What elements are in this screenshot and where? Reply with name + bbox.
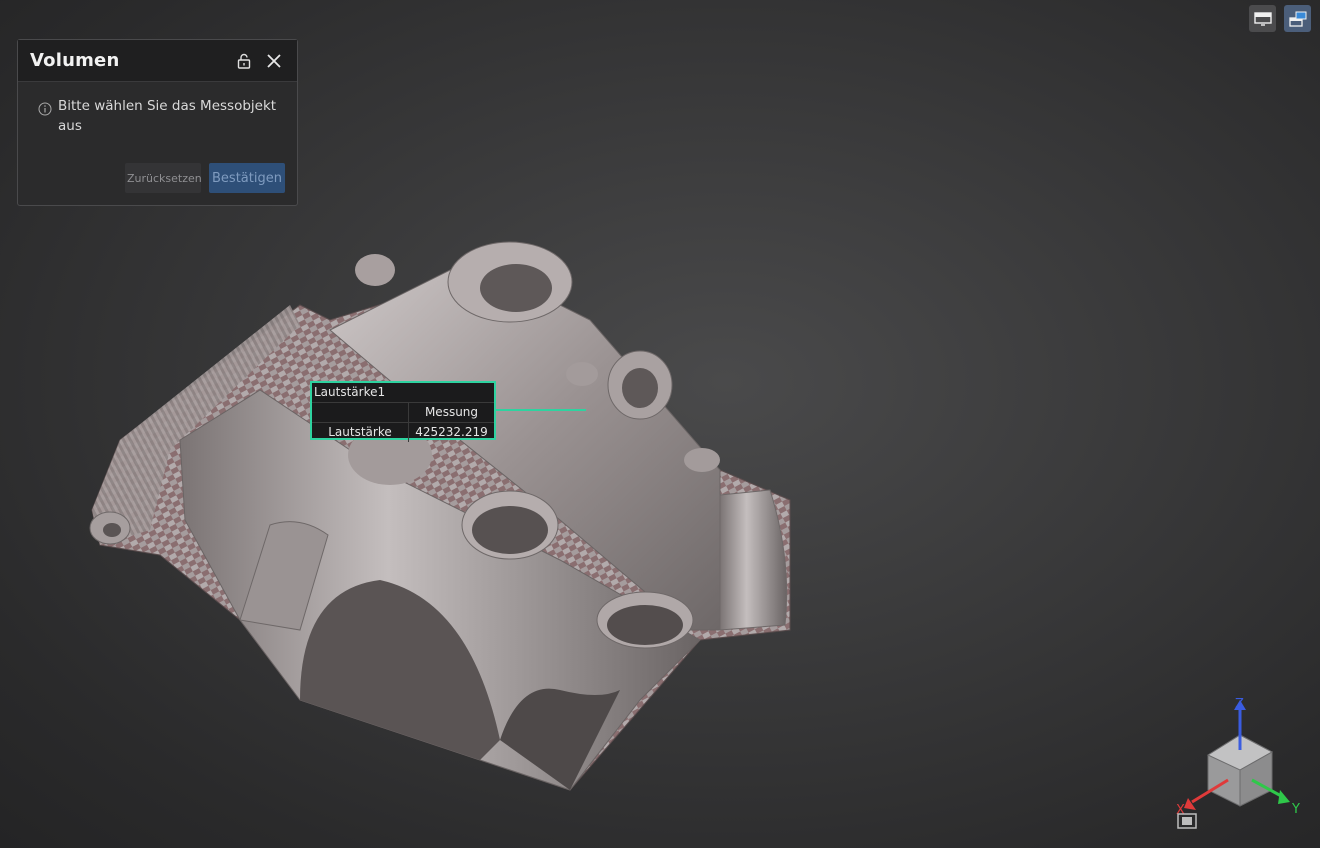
axis-gizmo[interactable]: Z X Y xyxy=(1176,697,1300,829)
volume-panel: Volumen Bitte wählen Sie das Messobjekt … xyxy=(17,39,298,206)
measurement-label[interactable]: Lautstärke1 Messung Lautstärke 425232.21… xyxy=(310,381,496,442)
measurement-leader-line xyxy=(496,409,586,411)
confirm-button[interactable]: Bestätigen xyxy=(209,163,285,193)
close-icon[interactable] xyxy=(263,50,285,72)
hint-text: Bitte wählen Sie das Messobjekt aus xyxy=(58,98,277,134)
row-value: 425232.219 xyxy=(415,425,488,439)
panel-header: Volumen xyxy=(18,40,297,82)
display-mode-icon[interactable] xyxy=(1249,5,1276,32)
engine-cover-model[interactable] xyxy=(89,241,791,791)
reset-button[interactable]: Zurücksetzen xyxy=(125,163,202,193)
measurement-value-row: Lautstärke 425232.219 xyxy=(312,423,494,442)
measurement-name: Lautstärke1 xyxy=(312,383,494,403)
view-switch-icon[interactable] xyxy=(1284,5,1311,32)
measurement-header-row: Messung xyxy=(312,403,494,423)
axis-z-label: Z xyxy=(1235,697,1244,712)
axis-y-label: Y xyxy=(1291,802,1300,817)
panel-title: Volumen xyxy=(30,50,120,71)
unlock-icon[interactable] xyxy=(233,50,255,72)
info-icon xyxy=(38,101,52,116)
row-label: Lautstärke xyxy=(312,423,409,442)
column-header: Messung xyxy=(424,405,479,419)
